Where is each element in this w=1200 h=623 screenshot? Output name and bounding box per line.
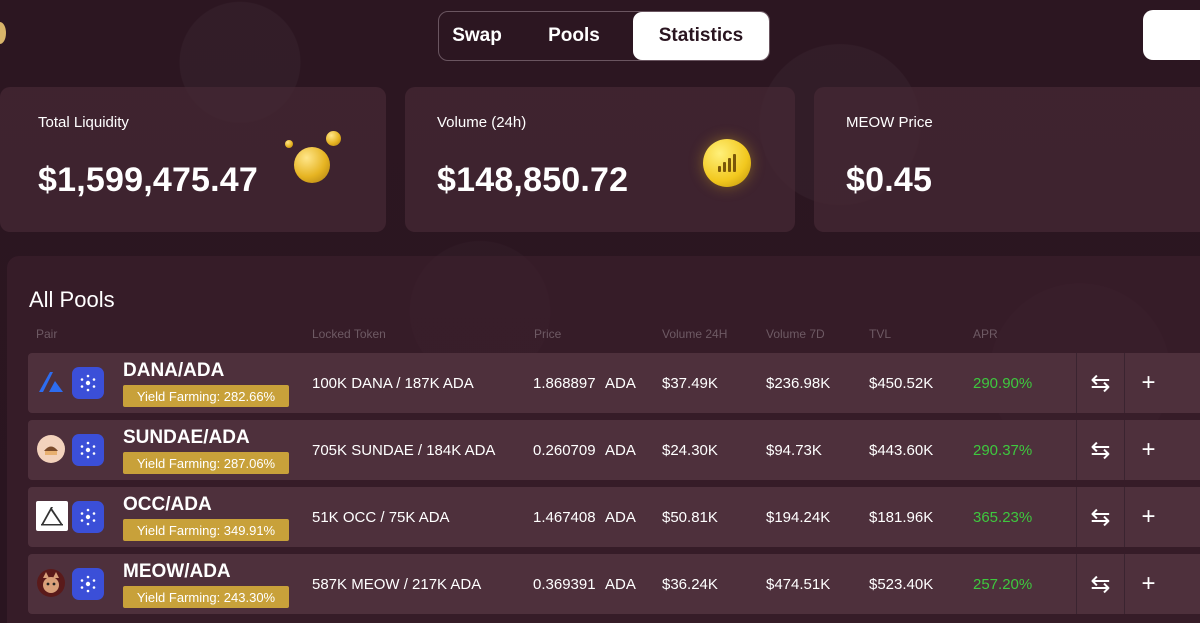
total-liquidity-card: Total Liquidity $1,599,475.47 bbox=[0, 87, 386, 232]
tvl: $450.52K bbox=[869, 374, 934, 392]
dana-icon bbox=[36, 367, 66, 397]
coins-icon bbox=[294, 147, 330, 183]
price-value: 1.467408 bbox=[533, 508, 596, 526]
table-row[interactable]: SUNDAE/ADA Yield Farming: 287.06% 705K S… bbox=[28, 420, 1200, 480]
table-row[interactable]: MEOW/ADA Yield Farming: 243.30% 587K MEO… bbox=[28, 554, 1200, 614]
meow-price-card: MEOW Price $0.45 bbox=[814, 87, 1200, 232]
column-volume-24h: Volume 24H bbox=[662, 327, 728, 341]
total-liquidity-label: Total Liquidity bbox=[38, 114, 129, 131]
swap-icon[interactable]: ⇆ bbox=[1076, 353, 1124, 413]
ada-icon bbox=[72, 434, 104, 466]
tvl: $181.96K bbox=[869, 508, 934, 526]
tab-statistics[interactable]: Statistics bbox=[633, 12, 769, 60]
volume-24h-value: $148,850.72 bbox=[437, 161, 629, 199]
column-volume-7d: Volume 7D bbox=[766, 327, 825, 341]
tvl: $523.40K bbox=[869, 575, 934, 593]
price-unit: ADA bbox=[605, 441, 636, 459]
price-unit: ADA bbox=[605, 508, 636, 526]
logo-fragment bbox=[0, 22, 6, 44]
meow-price-value: $0.45 bbox=[846, 161, 933, 199]
volume-7d: $474.51K bbox=[766, 575, 831, 593]
ada-icon bbox=[72, 568, 104, 600]
pair-name: DANA/ADA bbox=[123, 360, 225, 381]
table-row[interactable]: DANA/ADA Yield Farming: 282.66% 100K DAN… bbox=[28, 353, 1200, 413]
volume-7d: $236.98K bbox=[766, 374, 831, 392]
coin-tiny-icon bbox=[285, 140, 293, 148]
column-tvl: TVL bbox=[869, 327, 892, 341]
pair-name: OCC/ADA bbox=[123, 494, 212, 515]
volume-24h-card: Volume (24h) $148,850.72 bbox=[405, 87, 795, 232]
add-liquidity-icon[interactable]: + bbox=[1124, 353, 1172, 413]
chart-coin-icon bbox=[703, 139, 751, 187]
apr: 290.90% bbox=[973, 374, 1033, 392]
ada-icon bbox=[72, 501, 104, 533]
tvl: $443.60K bbox=[869, 441, 934, 459]
volume-24h: $24.30K bbox=[662, 441, 718, 459]
swap-icon[interactable]: ⇆ bbox=[1076, 554, 1124, 614]
occ-icon bbox=[36, 501, 68, 531]
price-unit: ADA bbox=[605, 374, 636, 392]
apr: 365.23% bbox=[973, 508, 1033, 526]
swap-icon[interactable]: ⇆ bbox=[1076, 487, 1124, 547]
price-value: 0.260709 bbox=[533, 441, 596, 459]
wallet-button[interactable] bbox=[1143, 10, 1200, 60]
yield-badge: Yield Farming: 349.91% bbox=[123, 519, 289, 541]
tab-pools[interactable]: Pools bbox=[515, 12, 633, 60]
apr: 257.20% bbox=[973, 575, 1033, 593]
total-liquidity-value: $1,599,475.47 bbox=[38, 161, 259, 199]
ada-icon bbox=[72, 367, 104, 399]
meow-price-label: MEOW Price bbox=[846, 114, 933, 131]
column-apr: APR bbox=[973, 327, 998, 341]
add-liquidity-icon[interactable]: + bbox=[1124, 420, 1172, 480]
table-row[interactable]: OCC/ADA Yield Farming: 349.91% 51K OCC /… bbox=[28, 487, 1200, 547]
column-locked-token: Locked Token bbox=[312, 327, 386, 341]
yield-badge: Yield Farming: 287.06% bbox=[123, 452, 289, 474]
yield-badge: Yield Farming: 243.30% bbox=[123, 586, 289, 608]
yield-badge: Yield Farming: 282.66% bbox=[123, 385, 289, 407]
sundae-icon bbox=[36, 434, 66, 464]
price-value: 1.868897 bbox=[533, 374, 596, 392]
price-unit: ADA bbox=[605, 575, 636, 593]
locked-token: 100K DANA / 187K ADA bbox=[312, 374, 474, 392]
locked-token: 705K SUNDAE / 184K ADA bbox=[312, 441, 496, 459]
add-liquidity-icon[interactable]: + bbox=[1124, 554, 1172, 614]
locked-token: 51K OCC / 75K ADA bbox=[312, 508, 450, 526]
volume-24h: $50.81K bbox=[662, 508, 718, 526]
coin-small-icon bbox=[326, 131, 341, 146]
volume-24h: $37.49K bbox=[662, 374, 718, 392]
locked-token: 587K MEOW / 217K ADA bbox=[312, 575, 482, 593]
volume-24h: $36.24K bbox=[662, 575, 718, 593]
apr: 290.37% bbox=[973, 441, 1033, 459]
pools-title: All Pools bbox=[29, 287, 115, 312]
price-value: 0.369391 bbox=[533, 575, 596, 593]
pair-name: MEOW/ADA bbox=[123, 561, 231, 582]
pair-name: SUNDAE/ADA bbox=[123, 427, 250, 448]
tab-swap[interactable]: Swap bbox=[439, 12, 515, 60]
nav-tabs: Swap Pools Statistics bbox=[438, 11, 770, 61]
volume-24h-label: Volume (24h) bbox=[437, 114, 527, 131]
column-price: Price bbox=[534, 327, 562, 341]
volume-7d: $94.73K bbox=[766, 441, 822, 459]
meow-icon bbox=[36, 568, 66, 598]
volume-7d: $194.24K bbox=[766, 508, 831, 526]
column-pair: Pair bbox=[36, 327, 58, 341]
swap-icon[interactable]: ⇆ bbox=[1076, 420, 1124, 480]
add-liquidity-icon[interactable]: + bbox=[1124, 487, 1172, 547]
